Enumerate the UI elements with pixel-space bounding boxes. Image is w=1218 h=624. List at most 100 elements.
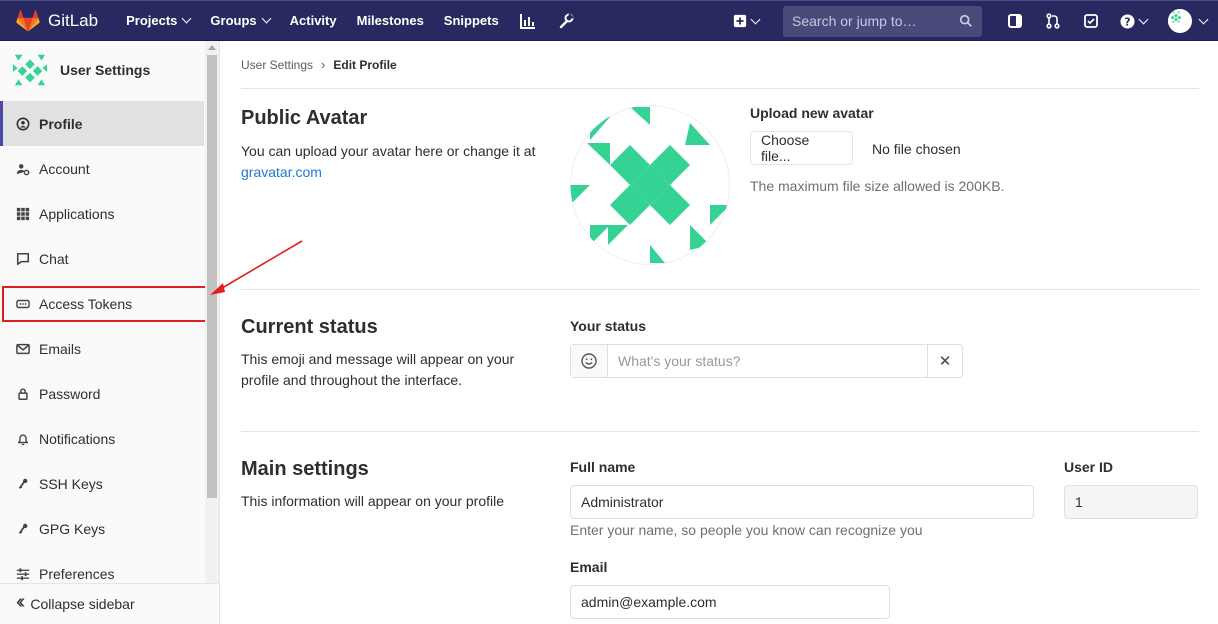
email-label: Email xyxy=(570,559,608,575)
emoji-picker-button[interactable] xyxy=(571,345,608,377)
sidebar-item-profile[interactable]: Profile xyxy=(0,101,204,146)
avatar-section: Public Avatar You can upload your avatar… xyxy=(241,89,1199,290)
nav-projects[interactable]: Projects xyxy=(116,1,200,41)
chevron-down-icon xyxy=(181,13,192,24)
email-icon xyxy=(16,342,30,356)
help-icon[interactable]: ? xyxy=(1110,1,1156,41)
upload-avatar-label: Upload new avatar xyxy=(750,105,874,121)
chevron-down-icon xyxy=(261,13,272,24)
sidebar-toggle-icon[interactable] xyxy=(996,1,1034,41)
settings-sidebar: User Settings Profile Account Applicatio… xyxy=(0,41,220,624)
sidebar-item-emails[interactable]: Emails xyxy=(0,326,204,371)
new-dropdown-plus-icon[interactable] xyxy=(723,1,769,41)
gitlab-tanuki-icon xyxy=(16,9,40,31)
key-icon xyxy=(16,477,30,491)
avatar-section-description: You can upload your avatar here or chang… xyxy=(241,141,541,183)
brand-name: GitLab xyxy=(48,10,99,30)
sidebar-item-label: Emails xyxy=(39,340,82,357)
chevron-down-icon xyxy=(750,14,761,24)
nav-activity[interactable]: Activity xyxy=(280,1,347,41)
sidebar-header[interactable]: User Settings xyxy=(0,41,219,99)
user-id-label: User ID xyxy=(1064,459,1114,475)
sidebar-item-label: Account xyxy=(39,160,90,177)
chevron-down-icon xyxy=(1138,14,1148,24)
sidebar-item-ssh-keys[interactable]: SSH Keys xyxy=(0,461,204,506)
admin-chart-icon[interactable] xyxy=(509,1,547,41)
search-placeholder: Search or jump to… xyxy=(792,13,917,29)
sidebar-item-chat[interactable]: Chat xyxy=(0,236,204,281)
collapse-sidebar-button[interactable]: ‹‹ Collapse sidebar xyxy=(0,583,219,624)
status-message-input[interactable]: What's your status? xyxy=(608,345,927,377)
full-name-label: Full name xyxy=(570,459,636,475)
sidebar-item-label: Password xyxy=(39,385,101,402)
sidebar-item-label: Chat xyxy=(39,250,69,267)
sidebar-item-label: Profile xyxy=(39,115,83,132)
user-menu[interactable] xyxy=(1156,1,1218,41)
clear-status-icon[interactable]: ✕ xyxy=(927,345,962,377)
file-status-text: No file chosen xyxy=(872,141,961,157)
status-input-group: What's your status? ✕ xyxy=(570,344,963,378)
nav-snippets-label: Snippets xyxy=(443,13,499,28)
sidebar-scrollbar[interactable] xyxy=(205,41,219,583)
top-navbar: GitLab Projects Groups Activity Mileston… xyxy=(0,0,1218,41)
preferences-icon xyxy=(16,567,30,581)
status-section-description: This emoji and message will appear on yo… xyxy=(241,351,515,388)
user-identicon-icon xyxy=(12,54,48,86)
scroll-up-arrow-icon[interactable] xyxy=(208,45,216,50)
scrollbar-thumb[interactable] xyxy=(207,55,217,498)
nav-projects-label: Projects xyxy=(126,13,178,28)
sidebar-item-label: GPG Keys xyxy=(39,520,106,537)
account-icon xyxy=(16,162,30,176)
search-icon xyxy=(959,14,972,27)
breadcrumb-parent[interactable]: User Settings xyxy=(241,58,313,72)
avatar-image xyxy=(570,105,730,265)
sidebar-item-notifications[interactable]: Notifications xyxy=(0,416,204,461)
email-field[interactable]: admin@example.com xyxy=(570,585,890,619)
nav-milestones-label: Milestones xyxy=(356,13,424,28)
breadcrumb-current: Edit Profile xyxy=(333,57,397,72)
double-chevron-left-icon: ‹‹ xyxy=(16,591,26,613)
nav-groups[interactable]: Groups xyxy=(200,1,279,41)
gitlab-logo[interactable]: GitLab xyxy=(16,1,116,41)
nav-snippets[interactable]: Snippets xyxy=(434,1,509,41)
avatar-desc-text: You can upload your avatar here or chang… xyxy=(241,143,536,159)
choose-file-button[interactable]: Choose file... xyxy=(750,131,853,165)
access-tokens-highlight-box xyxy=(2,286,208,322)
collapse-sidebar-label: Collapse sidebar xyxy=(30,596,135,612)
full-name-help-text: Enter your name, so people you know can … xyxy=(570,522,923,538)
wrench-icon[interactable] xyxy=(547,1,585,41)
sidebar-item-label: Preferences xyxy=(39,565,115,582)
chat-icon xyxy=(16,252,30,266)
sidebar-title: User Settings xyxy=(60,62,151,78)
todo-icon[interactable] xyxy=(1072,1,1110,41)
main-settings-title: Main settings xyxy=(241,458,369,480)
bell-icon xyxy=(16,432,30,446)
sidebar-item-label: Applications xyxy=(39,205,115,222)
key-icon xyxy=(16,522,30,536)
nav-activity-label: Activity xyxy=(289,13,337,28)
gravatar-link[interactable]: gravatar.com xyxy=(241,164,322,180)
merge-request-icon[interactable] xyxy=(1034,1,1072,41)
main-content: User Settings › Edit Profile Public Avat… xyxy=(241,41,1199,619)
nav-milestones[interactable]: Milestones xyxy=(347,1,434,41)
your-status-label: Your status xyxy=(570,318,646,334)
avatar-section-title: Public Avatar xyxy=(241,107,368,129)
chevron-down-icon xyxy=(1198,14,1208,24)
sidebar-item-label: Notifications xyxy=(39,430,116,447)
full-name-field[interactable]: Administrator xyxy=(570,485,1034,519)
sidebar-item-gpg-keys[interactable]: GPG Keys xyxy=(0,506,204,551)
sidebar-item-account[interactable]: Account xyxy=(0,146,204,191)
sidebar-item-label: SSH Keys xyxy=(39,475,103,492)
search-input[interactable]: Search or jump to… xyxy=(783,5,982,37)
svg-text:?: ? xyxy=(1124,16,1130,28)
user-avatar xyxy=(1167,9,1192,33)
applications-icon xyxy=(16,207,30,221)
profile-icon xyxy=(16,117,30,131)
user-id-field: 1 xyxy=(1064,485,1198,519)
status-section-title: Current status xyxy=(241,316,378,338)
sidebar-item-password[interactable]: Password xyxy=(0,371,204,416)
smiley-icon xyxy=(581,353,597,369)
sidebar-item-applications[interactable]: Applications xyxy=(0,191,204,236)
max-size-help-text: The maximum file size allowed is 200KB. xyxy=(750,178,1005,194)
nav-groups-label: Groups xyxy=(210,13,257,28)
